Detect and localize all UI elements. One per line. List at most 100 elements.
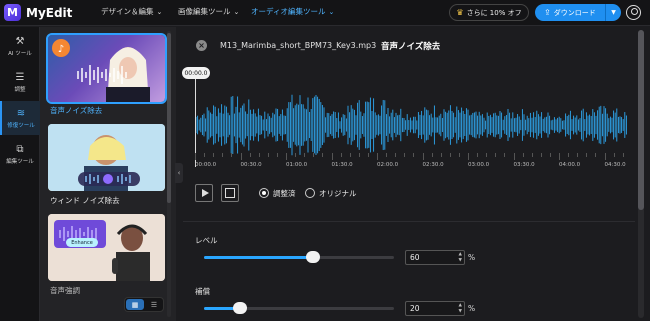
- compensation-slider-handle[interactable]: [233, 302, 248, 314]
- ruler-tick: [422, 153, 424, 160]
- ruler-tick: [559, 153, 560, 160]
- tool-label-speech-enhance: 音声強調: [50, 286, 80, 295]
- compensation-label: 補償: [195, 287, 210, 296]
- chevron-down-icon: ⌄: [156, 7, 163, 16]
- ruler-tick-label: 02:30.0: [422, 162, 444, 168]
- compensation-unit: %: [468, 304, 476, 313]
- singer-thumbnail: ♪: [52, 39, 150, 102]
- radio-adjusted[interactable]: [259, 188, 269, 198]
- level-slider-handle[interactable]: [306, 251, 321, 263]
- rail-item-repair[interactable]: ≋ 修復ツール: [0, 101, 40, 135]
- tool-card-noise-removal[interactable]: ♪: [46, 33, 167, 104]
- tool-list-panel: ♪ 音声ノイズ除去 ウィンド ノイズ除去 Enhance 音声強調 ▦ ☰: [40, 27, 176, 321]
- editor-area: × M13_Marimba_short_BPM73_Key3.mp3 音声ノイズ…: [182, 27, 635, 321]
- tool-card-speech-enhance[interactable]: Enhance: [48, 214, 165, 281]
- ruler-tick: [195, 153, 196, 160]
- ruler-minor-tick: [404, 153, 406, 157]
- ruler-minor-tick: [486, 153, 488, 157]
- tool-category-rail: ⚒ AI ツール ☰ 調整 ≋ 修復ツール ⧉ 編集ツール: [0, 27, 40, 321]
- chevron-left-icon: ‹: [177, 169, 181, 177]
- radio-original-label[interactable]: オリジナル: [319, 188, 357, 199]
- download-button[interactable]: ⇪ ダウンロード ▼: [535, 4, 621, 21]
- user-avatar-icon[interactable]: [626, 5, 641, 20]
- level-value: 60: [410, 253, 420, 262]
- stop-button[interactable]: [221, 184, 239, 202]
- promo-button[interactable]: ♛ さらに 10% オフ: [449, 4, 529, 21]
- nav-image-tools[interactable]: 画像編集ツール ⌄: [178, 6, 239, 17]
- tool-label-noise-removal: 音声ノイズ除去: [50, 106, 103, 115]
- close-icon[interactable]: ×: [196, 40, 207, 51]
- ruler-tick: [468, 153, 469, 160]
- ruler-tick-label: 02:00.0: [377, 162, 399, 168]
- ruler-minor-tick: [313, 153, 315, 157]
- grid-view-icon[interactable]: ▦: [126, 299, 144, 310]
- stepper-icon[interactable]: ▲ ▼: [459, 303, 462, 314]
- ruler-minor-tick: [586, 153, 588, 157]
- podcast-thumbnail: [48, 214, 165, 281]
- magic-wand-icon: ⚒: [15, 35, 25, 47]
- compensation-value: 20: [410, 304, 420, 313]
- compensation-slider[interactable]: [204, 302, 394, 314]
- audio-waveform[interactable]: [195, 87, 627, 163]
- ruler-minor-tick: [249, 153, 251, 157]
- audio-repair-icon: ≋: [16, 107, 26, 119]
- time-ruler[interactable]: 00:00.0 00:30.0 01:00.0 01:30.0 02:00.0 02:30…: [195, 153, 627, 173]
- promo-label: さらに 10% オフ: [466, 8, 522, 17]
- panel-scrollbar-thumb[interactable]: [167, 33, 171, 203]
- nav-label: オーディオ編集ツール: [251, 7, 326, 16]
- level-input[interactable]: 60 ▲ ▼: [405, 250, 465, 265]
- nav-audio-tools[interactable]: オーディオ編集ツール ⌄: [251, 6, 334, 17]
- ruler-minor-tick: [540, 153, 542, 157]
- collapse-panel-button[interactable]: ‹: [175, 163, 183, 183]
- tool-title: 音声ノイズ除去: [381, 42, 441, 52]
- tool-label-wind-noise: ウィンド ノイズ除去: [50, 196, 120, 205]
- app-logo[interactable]: M MyEdit: [4, 4, 72, 21]
- rail-item-edit[interactable]: ⧉ 編集ツール: [0, 137, 40, 171]
- ruler-minor-tick: [595, 153, 597, 157]
- ruler-minor-tick: [258, 153, 260, 157]
- nav-design-edit[interactable]: デザイン＆編集 ⌄: [101, 6, 162, 17]
- play-button[interactable]: [195, 184, 213, 202]
- rail-item-adjust[interactable]: ☰ 調整: [0, 65, 40, 99]
- radio-original[interactable]: [305, 188, 315, 198]
- ruler-minor-tick: [622, 153, 624, 157]
- ruler-tick: [604, 153, 606, 160]
- ruler-minor-tick: [440, 153, 442, 157]
- ruler-minor-tick: [413, 153, 415, 157]
- ruler-minor-tick: [213, 153, 215, 157]
- svg-text:♪: ♪: [58, 44, 64, 55]
- ruler-minor-tick: [340, 153, 342, 157]
- ruler-minor-tick: [386, 153, 388, 157]
- ruler-minor-tick: [322, 153, 324, 157]
- tool-card-wind-noise[interactable]: [48, 124, 165, 191]
- rail-label: 修復ツール: [7, 122, 35, 129]
- logo-mark: M: [4, 4, 21, 21]
- ruler-tick-label: 04:00.0: [559, 162, 581, 168]
- ruler-tick: [377, 153, 378, 160]
- ruler-minor-tick: [458, 153, 460, 157]
- chevron-down-icon: ⌄: [328, 7, 335, 16]
- rail-item-ai-tools[interactable]: ⚒ AI ツール: [0, 29, 40, 63]
- crown-icon: ♛: [456, 8, 464, 17]
- ruler-tick-label: 01:00.0: [286, 162, 308, 168]
- level-unit: %: [468, 253, 476, 262]
- editor-scrollbar-thumb[interactable]: [638, 30, 644, 210]
- wind-thumbnail: [48, 124, 165, 191]
- level-slider[interactable]: [204, 251, 394, 263]
- list-view-icon[interactable]: ☰: [145, 298, 163, 311]
- nav-label: デザイン＆編集: [101, 7, 154, 16]
- ruler-minor-tick: [267, 153, 269, 157]
- ruler-minor-tick: [613, 153, 615, 157]
- stepper-icon[interactable]: ▲ ▼: [459, 252, 462, 263]
- radio-adjusted-label[interactable]: 調整済: [273, 188, 296, 199]
- ruler-tick-label: 03:00.0: [468, 162, 490, 168]
- compensation-input[interactable]: 20 ▲ ▼: [405, 301, 465, 316]
- chevron-down-icon[interactable]: ▼: [606, 9, 621, 16]
- ruler-tick: [286, 153, 287, 160]
- ruler-tick-label: 04:30.0: [604, 162, 626, 168]
- ruler-tick-label: 00:30.0: [240, 162, 262, 168]
- sliders-icon: ☰: [15, 71, 25, 83]
- nav-label: 画像編集ツール: [178, 7, 231, 16]
- ruler-tick-label: 03:30.0: [513, 162, 535, 168]
- ruler-minor-tick: [568, 153, 570, 157]
